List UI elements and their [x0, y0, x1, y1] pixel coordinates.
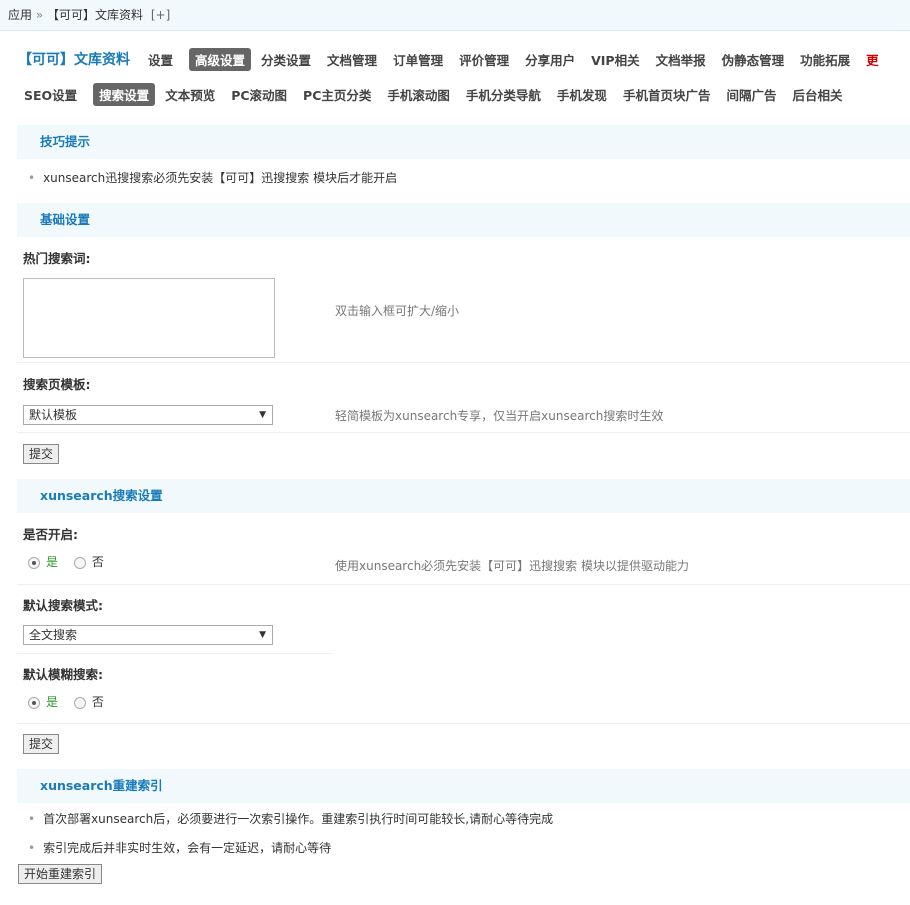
subtab-search[interactable]: 搜索设置	[93, 82, 156, 106]
subtab-mobile-discover[interactable]: 手机发现	[557, 83, 607, 106]
tab-extensions[interactable]: 功能拓展	[800, 48, 850, 71]
breadcrumb-current: 【可可】文库资料	[47, 8, 144, 22]
tab-document-management[interactable]: 文档管理	[327, 48, 377, 71]
fuzzy-yes-radio[interactable]	[28, 696, 40, 709]
fuzzy-no-radio[interactable]	[73, 696, 86, 709]
rebuild-index-button[interactable]: 开始重建索引	[18, 864, 103, 884]
enable-yes-label[interactable]: 是	[46, 555, 58, 569]
search-mode-label: 默认搜索模式:	[23, 598, 103, 613]
hot-keywords-hint: 双击输入框可扩大/缩小	[335, 304, 460, 318]
divider	[17, 584, 910, 585]
hot-keywords-label: 热门搜索词:	[23, 251, 91, 266]
basic-section-header: 基础设置	[17, 203, 910, 237]
tab-vip[interactable]: VIP相关	[591, 48, 640, 71]
subtab-pc-home-category[interactable]: PC主页分类	[303, 83, 371, 106]
breadcrumb-root[interactable]: 应用	[8, 8, 32, 22]
divider	[17, 432, 910, 433]
fuzzy-yes-label[interactable]: 是	[46, 695, 58, 709]
fuzzy-no-label[interactable]: 否	[92, 695, 104, 709]
rebuild-note-1: • 首次部署xunsearch后，必须要进行一次索引操作。重建索引执行时间可能较长…	[0, 809, 553, 829]
subtab-text-preview[interactable]: 文本预览	[165, 83, 215, 106]
tab-share-users[interactable]: 分享用户	[525, 48, 575, 71]
add-menu-button[interactable]: [+]	[151, 8, 170, 22]
search-template-hint: 轻简模板为xunsearch专享，仅当开启xunsearch搜索时生效	[335, 409, 664, 423]
tab-rewrite-management[interactable]: 伪静态管理	[722, 48, 785, 71]
subtab-pc-slider[interactable]: PC滚动图	[231, 83, 287, 106]
fuzzy-search-label: 默认模糊搜索:	[23, 667, 103, 682]
subtab-seo[interactable]: SEO设置	[24, 83, 77, 106]
enable-radio-group: 是 否	[28, 553, 104, 570]
main-nav: 【可可】文库资料 设置 高级设置 分类设置 文档管理 订单管理 评价管理 分享用…	[0, 40, 910, 78]
subtab-mobile-category-nav[interactable]: 手机分类导航	[466, 83, 541, 106]
search-mode-value: 全文搜索	[29, 628, 78, 642]
tab-document-reports[interactable]: 文档举报	[656, 48, 706, 71]
bullet-icon: •	[28, 841, 36, 855]
bullet-icon: •	[28, 812, 36, 826]
enable-no-label[interactable]: 否	[92, 555, 104, 569]
subtab-mobile-slider[interactable]: 手机滚动图	[387, 83, 450, 106]
enable-hint: 使用xunsearch必须先安装【可可】迅搜搜索 模块以提供驱动能力	[335, 559, 689, 573]
divider	[17, 362, 910, 363]
search-template-label: 搜索页模板:	[23, 377, 91, 392]
rebuild-note-1-text: 首次部署xunsearch后，必须要进行一次索引操作。重建索引执行时间可能较长,…	[43, 812, 554, 826]
hot-keywords-input[interactable]	[23, 278, 275, 358]
tab-advanced-settings[interactable]: 高级设置	[189, 47, 252, 71]
chevron-down-icon: ▼	[259, 410, 266, 420]
plugin-title: 【可可】文库资料	[18, 52, 130, 68]
sub-nav: SEO设置 搜索设置 文本预览 PC滚动图 PC主页分类 手机滚动图 手机分类导…	[0, 80, 910, 108]
divider	[17, 653, 332, 654]
tab-review-management[interactable]: 评价管理	[459, 48, 509, 71]
xunsearch-submit-button[interactable]: 提交	[23, 734, 60, 754]
enable-no-radio[interactable]	[73, 556, 86, 569]
search-template-value: 默认模板	[29, 408, 78, 422]
breadcrumb-sep: »	[35, 8, 44, 22]
tips-section-header: 技巧提示	[17, 125, 910, 159]
divider	[17, 723, 910, 724]
tab-category-settings[interactable]: 分类设置	[261, 48, 311, 71]
search-mode-select[interactable]: 全文搜索 ▼	[23, 625, 273, 645]
tips-text-content: xunsearch迅搜搜索必须先安装【可可】迅搜搜索 模块后才能开启	[43, 171, 398, 185]
enable-yes-radio[interactable]	[28, 556, 40, 569]
subtab-mobile-home-ads[interactable]: 手机首页块广告	[623, 83, 711, 106]
tab-settings[interactable]: 设置	[148, 48, 173, 71]
chevron-down-icon: ▼	[259, 630, 266, 640]
rebuild-note-2-text: 索引完成后并非实时生效，会有一定延迟，请耐心等待	[43, 841, 332, 855]
breadcrumb: 应用 » 【可可】文库资料 [+]	[0, 0, 910, 31]
xunsearch-section-header: xunsearch搜索设置	[17, 479, 910, 513]
subtab-interval-ads[interactable]: 间隔广告	[726, 83, 776, 106]
enable-label: 是否开启:	[23, 527, 78, 542]
tab-more[interactable]: 更	[866, 48, 879, 71]
bullet-icon: •	[28, 171, 36, 185]
rebuild-note-2: • 索引完成后并非实时生效，会有一定延迟，请耐心等待	[0, 838, 331, 858]
subtab-backend[interactable]: 后台相关	[792, 83, 842, 106]
fuzzy-radio-group: 是 否	[28, 693, 104, 710]
tips-text: • xunsearch迅搜搜索必须先安装【可可】迅搜搜索 模块后才能开启	[0, 168, 397, 188]
tab-order-management[interactable]: 订单管理	[393, 48, 443, 71]
basic-submit-button[interactable]: 提交	[23, 444, 60, 464]
rebuild-section-header: xunsearch重建索引	[17, 769, 910, 803]
search-template-select[interactable]: 默认模板 ▼	[23, 405, 273, 425]
